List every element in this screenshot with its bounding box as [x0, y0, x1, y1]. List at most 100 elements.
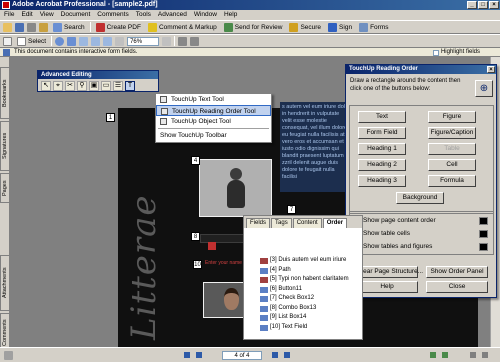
menu-item-touchup-object[interactable]: TouchUp Object Tool	[156, 116, 271, 127]
crop-tool-icon[interactable]: ✂	[65, 81, 75, 91]
zoom-level-field[interactable]: 76%	[127, 36, 160, 46]
previous-view-icon[interactable]	[430, 352, 436, 358]
comment-icon	[147, 22, 157, 32]
email-icon[interactable]	[39, 22, 48, 32]
next-page-icon[interactable]	[272, 352, 278, 358]
zoom-in-button-icon[interactable]	[162, 36, 172, 46]
touchup-tool-icon[interactable]: T	[125, 81, 135, 91]
tables-figures-color-swatch[interactable]	[479, 243, 488, 251]
zoom-tool-icon[interactable]	[67, 36, 77, 46]
tab-bookmarks[interactable]: Bookmarks	[0, 67, 10, 119]
order-item[interactable]: [10] Text Field	[244, 323, 362, 333]
clear-page-structure-button[interactable]: Clear Page Structure...	[356, 266, 423, 278]
search-button[interactable]: Search	[51, 21, 87, 33]
figure-button[interactable]: Figure	[428, 111, 476, 123]
show-tables-figures-option[interactable]: ✓Show tables and figures	[354, 243, 432, 250]
order-item[interactable]: [6] Button11	[244, 285, 362, 295]
menu-view[interactable]: View	[40, 10, 54, 20]
menu-item-touchup-text[interactable]: TouchUp Text Tool	[156, 94, 271, 105]
figure-caption-button[interactable]: Figure/Caption	[428, 127, 476, 139]
fit-width-icon[interactable]	[103, 36, 113, 46]
reading-order-icon	[161, 108, 168, 115]
highlight-fields-toggle[interactable]: Highlight fields	[432, 48, 480, 57]
print-icon[interactable]	[27, 22, 36, 32]
text-field-tool-icon[interactable]: ▭	[101, 81, 111, 91]
actual-size-icon[interactable]	[79, 36, 89, 46]
show-order-icon-button[interactable]: ⊕	[475, 80, 493, 97]
menu-document[interactable]: Document	[61, 10, 91, 20]
article-tool-icon[interactable]: ⌖	[53, 81, 63, 91]
order-item[interactable]: [3] Duis autem vel eum iriure	[244, 256, 362, 266]
help-button[interactable]: Help	[356, 281, 418, 293]
fit-page-icon[interactable]	[91, 36, 101, 46]
dialog-close-icon[interactable]: ×	[487, 66, 495, 73]
button-tool-icon[interactable]: ▣	[89, 81, 99, 91]
secure-button[interactable]: Secure	[287, 21, 323, 33]
menu-item-touchup-reading-order[interactable]: TouchUp Reading Order Tool	[156, 105, 271, 116]
show-page-order-option[interactable]: ✓Show page content order	[354, 217, 436, 224]
zoom-in-icon[interactable]	[55, 36, 65, 46]
select-object-icon[interactable]: ↖	[41, 81, 51, 91]
order-item[interactable]: [9] List Box14	[244, 313, 362, 323]
select-tool-button[interactable]: Select	[15, 35, 48, 47]
menu-item-show-touchup-toolbar[interactable]: Show TouchUp Toolbar	[156, 130, 271, 141]
menu-advanced[interactable]: Advanced	[158, 10, 187, 20]
next-view-icon[interactable]	[442, 352, 448, 358]
order-item[interactable]: [4] Path	[244, 266, 362, 276]
send-review-button[interactable]: Send for Review	[222, 21, 285, 33]
continuous-page-icon[interactable]	[482, 352, 488, 358]
minimize-button[interactable]: _	[467, 1, 477, 9]
maximize-button[interactable]: □	[478, 1, 488, 9]
heading1-button[interactable]: Heading 1	[358, 143, 406, 155]
page-number-field[interactable]: 4 of 4	[222, 351, 262, 360]
menu-tools[interactable]: Tools	[136, 10, 151, 20]
tab-fields[interactable]: Fields	[246, 218, 271, 228]
last-page-icon[interactable]	[284, 352, 290, 358]
order-item[interactable]: [7] Check Box12	[244, 294, 362, 304]
table-cells-color-swatch[interactable]	[479, 230, 488, 238]
tab-content[interactable]: Content	[292, 218, 322, 228]
order-item[interactable]: [5] Typi non habent claritatem	[244, 275, 362, 285]
menu-file[interactable]: File	[4, 10, 14, 20]
single-page-icon[interactable]	[470, 352, 476, 358]
sign-button[interactable]: Sign	[326, 21, 354, 33]
forms-button[interactable]: Forms	[357, 21, 390, 33]
table-button[interactable]: Table	[428, 143, 476, 155]
formula-button[interactable]: Formula	[428, 175, 476, 187]
form-field-button[interactable]: Form Field	[358, 127, 406, 139]
name-text-field[interactable]: Enter your name	[205, 259, 245, 268]
tab-attachments[interactable]: Attachments	[0, 255, 10, 311]
heading3-button[interactable]: Heading 3	[358, 175, 406, 187]
rotate-icon[interactable]	[178, 36, 188, 46]
tab-signatures[interactable]: Signatures	[0, 121, 10, 171]
link-tool-icon[interactable]: ⚲	[77, 81, 87, 91]
comment-markup-button[interactable]: Comment & Markup	[146, 21, 219, 33]
open-folder-icon[interactable]	[3, 22, 12, 32]
close-button[interactable]: Close	[426, 281, 488, 293]
tab-pages[interactable]: Pages	[0, 173, 10, 203]
close-window-button[interactable]: ×	[489, 1, 499, 9]
menu-comments[interactable]: Comments	[97, 10, 128, 20]
menu-window[interactable]: Window	[194, 10, 217, 20]
text-button[interactable]: Text	[358, 111, 406, 123]
previous-page-icon[interactable]	[196, 352, 202, 358]
show-order-panel-button[interactable]: Show Order Panel	[426, 266, 488, 278]
tab-tags[interactable]: Tags	[271, 218, 292, 228]
order-item[interactable]: [8] Combo Box13	[244, 304, 362, 314]
zoom-out-icon[interactable]	[115, 36, 125, 46]
menu-help[interactable]: Help	[224, 10, 237, 20]
button-field[interactable]	[208, 242, 216, 250]
background-button[interactable]: Background	[396, 192, 444, 204]
highlight-checkbox[interactable]	[432, 49, 439, 56]
hand-tool-icon[interactable]	[3, 36, 12, 46]
first-page-icon[interactable]	[184, 352, 190, 358]
page-order-color-swatch[interactable]	[479, 217, 488, 225]
snapshot-icon[interactable]	[190, 36, 200, 46]
cell-button[interactable]: Cell	[428, 159, 476, 171]
save-icon[interactable]	[15, 22, 24, 32]
create-pdf-button[interactable]: Create PDF	[94, 21, 143, 33]
menu-edit[interactable]: Edit	[21, 10, 32, 20]
list-tool-icon[interactable]: ☰	[113, 81, 123, 91]
tab-order[interactable]: Order	[322, 218, 348, 228]
heading2-button[interactable]: Heading 2	[358, 159, 406, 171]
